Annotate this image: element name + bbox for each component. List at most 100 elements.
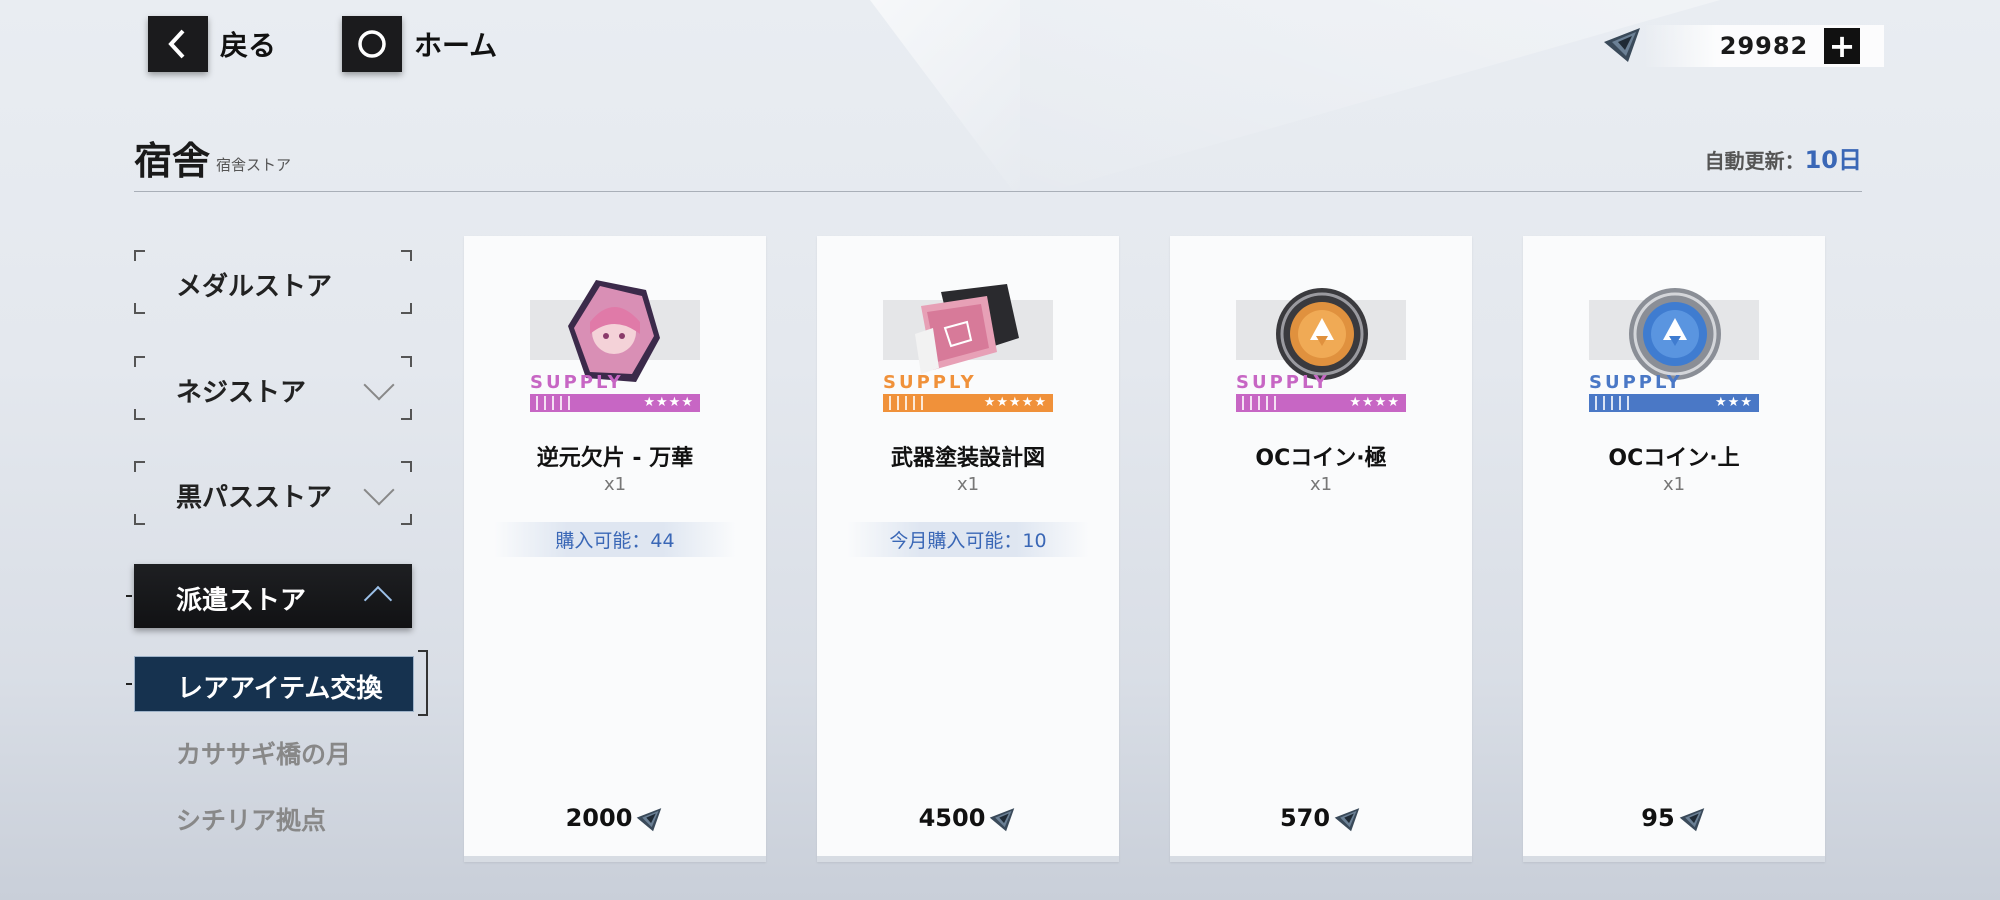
card-footer xyxy=(1170,856,1472,862)
blueprint-icon xyxy=(915,284,1019,374)
item-price: 570 xyxy=(1170,804,1472,834)
item-price: 95 xyxy=(1523,804,1825,834)
home-circle-icon xyxy=(342,16,402,72)
selection-bracket xyxy=(418,650,428,716)
item-quantity: x1 xyxy=(603,474,627,495)
currency-crystal-icon xyxy=(1600,22,1644,70)
active-indicator xyxy=(126,683,132,685)
purchase-limit: 今月購入可能：10 xyxy=(847,522,1089,557)
header-divider xyxy=(134,191,1862,192)
rarity-stars: ★★★★★ xyxy=(983,395,1047,410)
subitem-label: レアアイテム交換 xyxy=(177,674,383,704)
card-footer xyxy=(817,856,1119,862)
item-icon-frame: SUPPLY ★★★ xyxy=(1589,288,1759,420)
oc-coin-gold-icon xyxy=(1276,288,1368,380)
item-quantity: x1 xyxy=(1662,474,1686,495)
oc-coin-blue-icon xyxy=(1629,288,1721,380)
item-icon-frame: SUPPLY ★★★★★ xyxy=(883,284,1053,420)
price-value: 4500 xyxy=(918,804,986,832)
price-value: 570 xyxy=(1279,804,1331,832)
corner-decoration xyxy=(401,461,412,472)
sidebar-item-screw-store[interactable]: ネジストア xyxy=(134,356,412,420)
card-footer xyxy=(1523,856,1825,862)
background-shard xyxy=(870,0,1020,200)
supply-label: SUPPLY xyxy=(530,372,624,393)
item-name: 武器塗装設計図 xyxy=(890,446,1045,471)
rarity-bar: ★★★★ xyxy=(530,394,700,412)
item-name: 逆元欠片 - 万華 xyxy=(536,446,694,471)
rarity-stars: ★★★★ xyxy=(643,395,694,410)
supply-label: SUPPLY xyxy=(883,372,977,393)
rarity-bar: ★★★★ xyxy=(1236,394,1406,412)
corner-decoration xyxy=(401,250,412,261)
corner-decoration xyxy=(134,303,145,314)
rarity-stars: ★★★★ xyxy=(1349,395,1400,410)
sidebar-item-dispatch-store[interactable]: 派遣ストア xyxy=(134,564,412,628)
chevron-down-icon xyxy=(363,474,395,506)
supply-label: SUPPLY xyxy=(1236,372,1330,393)
item-icon-frame: SUPPLY ★★★★ xyxy=(530,280,700,420)
purchase-limit: 購入可能：44 xyxy=(494,522,736,557)
chevron-up-icon xyxy=(363,585,393,615)
corner-decoration xyxy=(134,409,145,420)
rarity-stripes xyxy=(889,396,929,410)
supply-label: SUPPLY xyxy=(1589,372,1683,393)
rarity-bar: ★★★★★ xyxy=(883,394,1053,412)
sidebar-item-label: ネジストア xyxy=(176,378,307,408)
active-indicator xyxy=(126,595,132,597)
currency-crystal-icon xyxy=(990,808,1015,832)
item-name: OCコイン·極 xyxy=(1255,446,1387,471)
currency-crystal-icon xyxy=(1679,808,1704,832)
rarity-bar: ★★★ xyxy=(1589,394,1759,412)
sidebar-item-label: 派遣ストア xyxy=(176,586,307,616)
shop-card-blueprint[interactable]: SUPPLY ★★★★★ 武器塗装設計図 x1 今月購入可能：10 4500 xyxy=(817,236,1119,862)
sidebar-item-label: メダルストア xyxy=(176,272,333,302)
sidebar-item-medal-store[interactable]: メダルストア xyxy=(134,250,412,314)
rarity-stripes xyxy=(1242,396,1282,410)
page-subtitle: 宿舎ストア xyxy=(216,156,292,174)
currency-display: 29982 + xyxy=(1600,22,1884,70)
corner-decoration xyxy=(401,409,412,420)
back-label: 戻る xyxy=(220,29,277,62)
back-arrow-icon xyxy=(148,16,208,72)
corner-decoration xyxy=(134,356,145,367)
subitem-sicily-base[interactable]: シチリア拠点 xyxy=(176,801,326,837)
refresh-label: 自動更新： xyxy=(1704,149,1805,173)
refresh-value: 10日 xyxy=(1804,146,1862,174)
sidebar-item-label: 黒パスストア xyxy=(176,483,333,513)
plus-icon: + xyxy=(1828,27,1856,65)
currency-crystal-icon xyxy=(637,808,662,832)
shop-card-oc-coin-max[interactable]: SUPPLY ★★★★ OCコイン·極 x1 570 xyxy=(1170,236,1472,862)
rarity-stripes xyxy=(536,396,576,410)
back-button[interactable]: 戻る xyxy=(148,16,276,72)
add-currency-button[interactable]: + xyxy=(1824,27,1860,65)
item-name: OCコイン·上 xyxy=(1608,446,1740,471)
item-price: 2000 xyxy=(464,804,766,834)
shop-card-oc-coin-high[interactable]: SUPPLY ★★★ OCコイン·上 x1 95 xyxy=(1523,236,1825,862)
subitem-magpie-bridge[interactable]: カササギ橋の月 xyxy=(176,735,351,771)
corner-decoration xyxy=(401,303,412,314)
corner-decoration xyxy=(401,514,412,525)
item-price: 4500 xyxy=(817,804,1119,834)
page-title: 宿舎 xyxy=(134,138,211,183)
corner-decoration xyxy=(134,461,145,472)
price-value: 2000 xyxy=(565,804,633,832)
home-button[interactable]: ホーム xyxy=(342,16,497,72)
corner-decoration xyxy=(401,356,412,367)
sidebar-item-black-pass-store[interactable]: 黒パスストア xyxy=(134,461,412,525)
chevron-down-icon xyxy=(363,369,395,401)
item-icon-frame: SUPPLY ★★★★ xyxy=(1236,288,1406,420)
item-quantity: x1 xyxy=(956,474,980,495)
price-value: 95 xyxy=(1641,804,1675,832)
auto-refresh-info: 自動更新：10日 xyxy=(1705,140,1862,175)
corner-decoration xyxy=(134,514,145,525)
currency-crystal-icon xyxy=(1334,808,1360,832)
corner-decoration xyxy=(134,250,145,261)
shop-card-fragment[interactable]: SUPPLY ★★★★ 逆元欠片 - 万華 x1 購入可能：44 2000 xyxy=(464,236,766,862)
item-quantity: x1 xyxy=(1309,474,1333,495)
rarity-stripes xyxy=(1595,396,1635,410)
card-footer xyxy=(464,856,766,862)
subitem-rare-exchange[interactable]: レアアイテム交換 xyxy=(134,656,414,712)
rarity-stars: ★★★ xyxy=(1715,395,1753,410)
home-label: ホーム xyxy=(414,29,498,62)
